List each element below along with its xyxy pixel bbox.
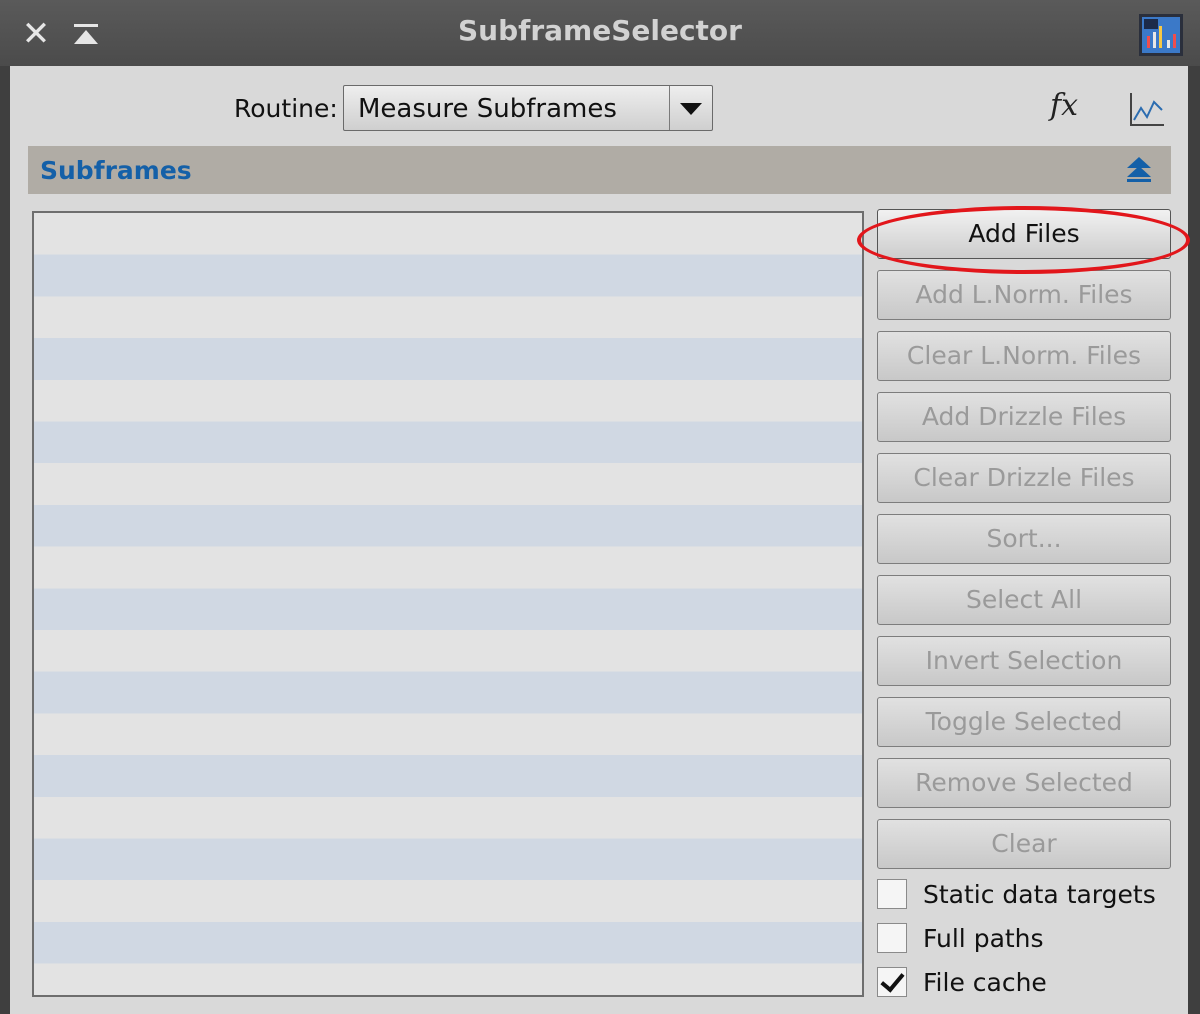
file-list[interactable] xyxy=(32,211,864,997)
add-drizzle-files-button[interactable]: Add Drizzle Files xyxy=(877,392,1171,442)
window-title: SubframeSelector xyxy=(458,14,742,47)
title-bar: ✕ SubframeSelector xyxy=(0,0,1200,66)
subframes-section-header[interactable]: Subframes xyxy=(28,146,1171,194)
clear-drizzle-files-button[interactable]: Clear Drizzle Files xyxy=(877,453,1171,503)
clear-button[interactable]: Clear xyxy=(877,819,1171,869)
clear-lnorm-files-button[interactable]: Clear L.Norm. Files xyxy=(877,331,1171,381)
invert-selection-button[interactable]: Invert Selection xyxy=(877,636,1171,686)
routine-label: Routine: xyxy=(234,94,338,123)
graph-icon[interactable] xyxy=(1128,90,1166,128)
file-cache-label: File cache xyxy=(923,968,1047,997)
routine-select[interactable]: Measure Subframes xyxy=(343,85,713,131)
main-panel: Routine: Measure Subframes fx Subframes … xyxy=(10,66,1190,1014)
full-paths-label: Full paths xyxy=(923,924,1044,953)
add-files-button[interactable]: Add Files xyxy=(877,209,1171,259)
remove-selected-button[interactable]: Remove Selected xyxy=(877,758,1171,808)
static-data-targets-checkbox[interactable] xyxy=(877,879,907,909)
fx-icon[interactable]: fx xyxy=(1050,88,1078,123)
app-icon xyxy=(1139,14,1183,56)
static-data-targets-label: Static data targets xyxy=(923,880,1156,909)
select-all-button[interactable]: Select All xyxy=(877,575,1171,625)
add-lnorm-files-button[interactable]: Add L.Norm. Files xyxy=(877,270,1171,320)
toggle-selected-button[interactable]: Toggle Selected xyxy=(877,697,1171,747)
section-title: Subframes xyxy=(40,156,192,185)
chevron-down-icon xyxy=(669,86,712,130)
collapse-icon[interactable] xyxy=(1125,157,1153,183)
full-paths-checkbox[interactable] xyxy=(877,923,907,953)
file-cache-checkbox[interactable] xyxy=(877,967,907,997)
routine-value: Measure Subframes xyxy=(358,94,617,124)
sort-button[interactable]: Sort... xyxy=(877,514,1171,564)
